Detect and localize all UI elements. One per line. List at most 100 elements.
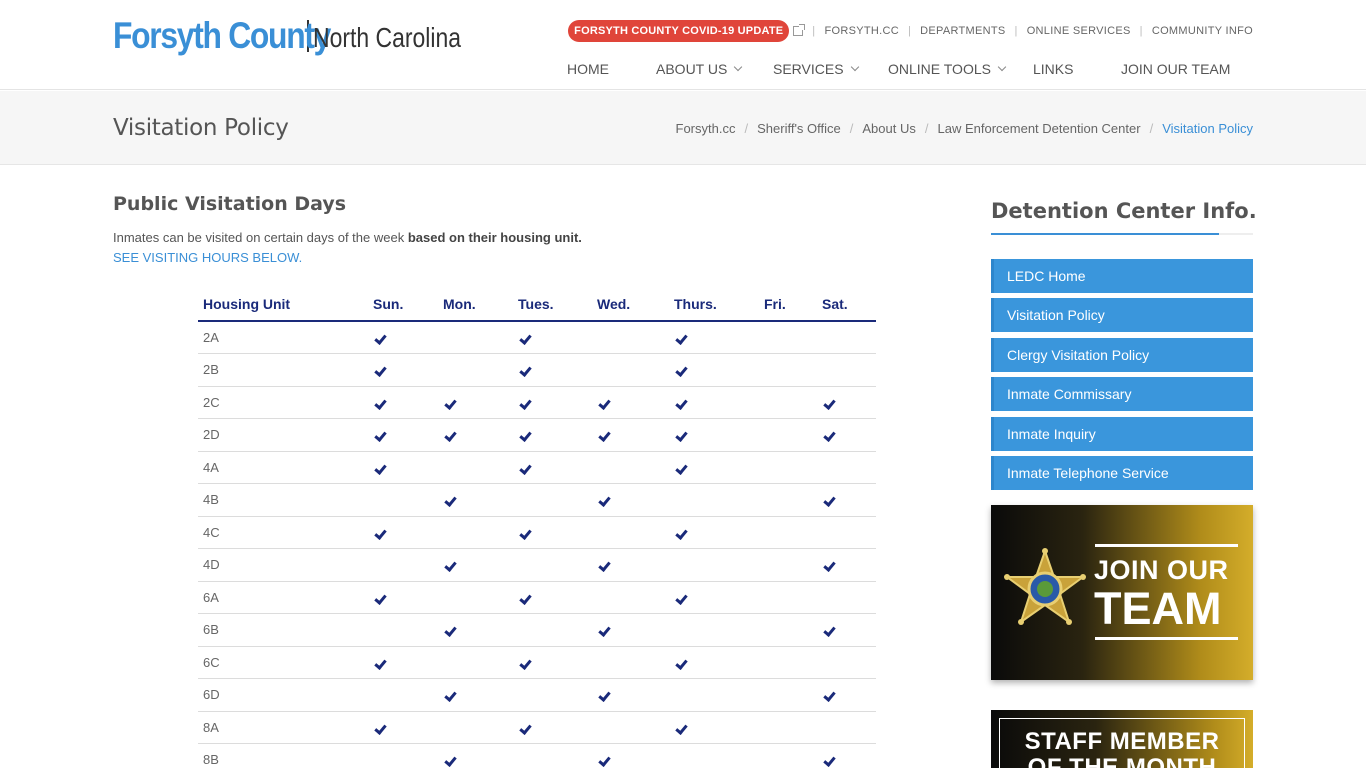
- column-header-day: Sun.: [368, 288, 438, 322]
- nav-join-our-team[interactable]: JOIN OUR TEAM: [1121, 61, 1230, 77]
- sidebar-item-inmate-telephone[interactable]: Inmate Telephone Service: [991, 455, 1253, 490]
- table-row: 4B: [198, 483, 876, 517]
- checkmark-icon: [444, 754, 457, 768]
- checkmark-icon: [374, 461, 387, 475]
- checkmark-icon: [598, 494, 611, 508]
- checkmark-icon: [675, 721, 688, 735]
- breadcrumb-detention-center[interactable]: Law Enforcement Detention Center: [938, 121, 1141, 136]
- visit-day-cell: [592, 548, 669, 582]
- visit-day-cell: [669, 678, 759, 712]
- checkmark-icon: [598, 559, 611, 573]
- visit-day-cell: [759, 516, 817, 549]
- checkmark-icon: [519, 429, 532, 443]
- site-logo[interactable]: Forsyth County North Carolina: [113, 14, 494, 58]
- checkmark-icon: [519, 591, 532, 605]
- sidebar-menu: LEDC Home Visitation Policy Clergy Visit…: [991, 259, 1253, 495]
- visit-day-cell: [513, 321, 592, 354]
- housing-unit-cell: 4C: [198, 516, 368, 549]
- visit-day-cell: [669, 418, 759, 452]
- housing-unit-cell: 2A: [198, 321, 368, 354]
- banner-team-text: TEAM: [1094, 583, 1222, 634]
- visit-day-cell: [438, 581, 513, 614]
- column-header-day: Fri.: [759, 288, 817, 322]
- nav-links[interactable]: LINKS: [1033, 61, 1121, 77]
- table-row: 4C: [198, 516, 876, 549]
- housing-unit-cell: 8A: [198, 711, 368, 744]
- checkmark-icon: [823, 429, 836, 443]
- visit-day-cell: [368, 678, 438, 712]
- checkmark-icon: [519, 461, 532, 475]
- visitation-table: Housing Unit Sun. Mon. Tues. Wed. Thurs. Fri. S…: [198, 288, 876, 768]
- intro-text: Inmates can be visited on certain days o…: [113, 230, 582, 245]
- banner-month-text: OF THE MONTH: [1027, 754, 1217, 768]
- visit-day-cell: [817, 711, 876, 744]
- column-header-day: Wed.: [592, 288, 669, 322]
- sidebar-item-ledc-home[interactable]: LEDC Home: [991, 259, 1253, 293]
- top-link-forsyth-cc[interactable]: FORSYTH.CC: [824, 25, 899, 37]
- covid-update-link[interactable]: FORSYTH COUNTY COVID-19 UPDATE: [568, 20, 790, 42]
- visit-day-cell: [513, 581, 592, 614]
- visit-day-cell: [759, 483, 817, 517]
- visit-day-cell: [817, 451, 876, 484]
- nav-services[interactable]: SERVICES: [773, 61, 888, 77]
- join-our-team-banner[interactable]: JOIN OUR TEAM: [991, 505, 1253, 680]
- sidebar-item-inmate-inquiry[interactable]: Inmate Inquiry: [991, 416, 1253, 451]
- visit-day-cell: [592, 483, 669, 517]
- housing-unit-cell: 4B: [198, 483, 368, 517]
- visit-day-cell: [368, 386, 438, 419]
- breadcrumb-sheriffs-office[interactable]: Sheriff's Office: [757, 121, 841, 136]
- breadcrumb-about-us[interactable]: About Us: [862, 121, 915, 136]
- table-body: 2A 2B 2C 2D 4A 4B 4C 4D 6A 6B 6C 6D 8A 8B: [198, 321, 876, 768]
- staff-member-banner[interactable]: STAFF MEMBER OF THE MONTH: [991, 710, 1253, 768]
- visit-day-cell: [592, 613, 669, 647]
- nav-online-tools[interactable]: ONLINE TOOLS: [888, 61, 1033, 77]
- visit-day-cell: [759, 321, 817, 354]
- visit-day-cell: [817, 321, 876, 354]
- checkmark-icon: [444, 494, 457, 508]
- top-link-departments[interactable]: DEPARTMENTS: [920, 25, 1005, 37]
- visit-day-cell: [759, 711, 817, 744]
- nav-home[interactable]: HOME: [567, 61, 656, 77]
- visit-day-cell: [368, 711, 438, 744]
- checkmark-icon: [374, 656, 387, 670]
- visit-day-cell: [592, 418, 669, 452]
- sidebar-title: Detention Center Info.: [991, 199, 1257, 223]
- checkmark-icon: [444, 624, 457, 638]
- checkmark-icon: [823, 559, 836, 573]
- checkmark-icon: [675, 332, 688, 345]
- top-link-online-services[interactable]: ONLINE SERVICES: [1027, 25, 1131, 37]
- checkmark-icon: [675, 656, 688, 670]
- visit-day-cell: [669, 548, 759, 582]
- visit-day-cell: [368, 483, 438, 517]
- table-row: 4D: [198, 548, 876, 582]
- visit-day-cell: [368, 613, 438, 647]
- visit-day-cell: [669, 711, 759, 744]
- housing-unit-cell: 4A: [198, 451, 368, 484]
- visit-day-cell: [669, 483, 759, 517]
- visit-day-cell: [438, 451, 513, 484]
- visit-day-cell: [513, 483, 592, 517]
- nav-about-us[interactable]: ABOUT US: [656, 61, 773, 77]
- visit-day-cell: [669, 516, 759, 549]
- sidebar-item-inmate-commissary[interactable]: Inmate Commissary: [991, 377, 1253, 412]
- visit-day-cell: [513, 386, 592, 419]
- breadcrumb-forsyth-cc[interactable]: Forsyth.cc: [676, 121, 736, 136]
- visit-day-cell: [592, 743, 669, 768]
- visit-day-cell: [368, 418, 438, 452]
- column-header-day: Sat.: [817, 288, 876, 322]
- checkmark-icon: [598, 624, 611, 638]
- logo-county-name: Forsyth County: [113, 15, 331, 56]
- checkmark-icon: [519, 721, 532, 735]
- top-link-community-info[interactable]: COMMUNITY INFO: [1152, 25, 1253, 37]
- visit-day-cell: [817, 646, 876, 679]
- visit-day-cell: [669, 581, 759, 614]
- visiting-hours-link[interactable]: SEE VISITING HOURS BELOW.: [113, 250, 302, 265]
- sidebar-item-visitation-policy[interactable]: Visitation Policy: [991, 298, 1253, 333]
- visit-day-cell: [817, 548, 876, 582]
- visit-day-cell: [513, 678, 592, 712]
- visit-day-cell: [759, 646, 817, 679]
- sidebar-item-clergy-visitation[interactable]: Clergy Visitation Policy: [991, 337, 1253, 372]
- visit-day-cell: [759, 743, 817, 768]
- checkmark-icon: [675, 526, 688, 540]
- visit-day-cell: [368, 353, 438, 387]
